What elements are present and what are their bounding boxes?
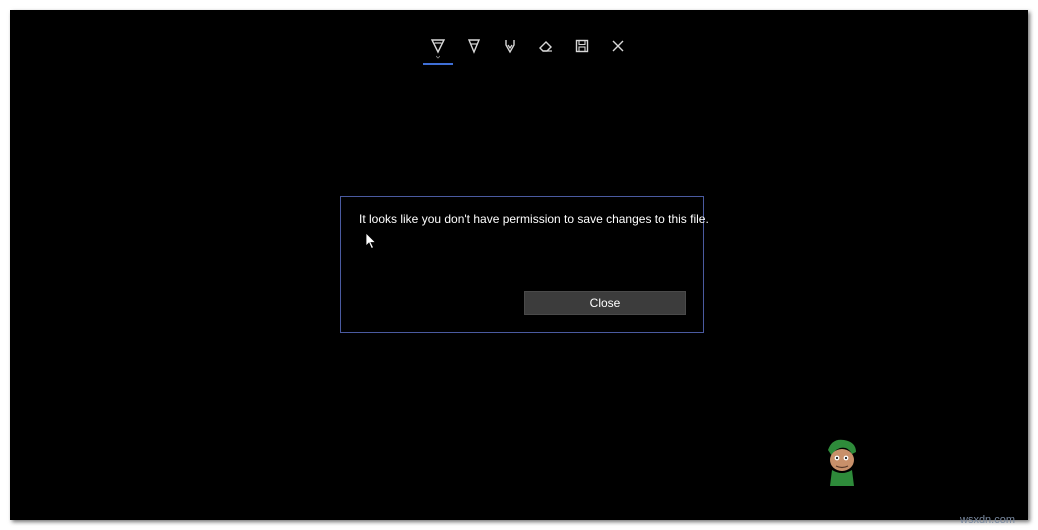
eraser-icon bbox=[539, 41, 552, 52]
ballpoint-pen-icon bbox=[430, 39, 446, 54]
watermark-text: wsxdn.com bbox=[960, 514, 1016, 526]
save-icon bbox=[575, 39, 589, 53]
appuals-mascot-logo bbox=[828, 439, 856, 486]
close-icon bbox=[612, 40, 624, 52]
pencil-icon bbox=[467, 39, 481, 54]
dialog-message: It looks like you don't have permission … bbox=[359, 212, 709, 226]
ink-toolbar bbox=[420, 28, 636, 68]
mouse-cursor-icon bbox=[365, 232, 377, 250]
close-tool[interactable] bbox=[600, 28, 636, 64]
highlighter-tool[interactable] bbox=[492, 28, 528, 64]
eraser-tool[interactable] bbox=[528, 28, 564, 64]
app-canvas: It looks like you don't have permission … bbox=[10, 10, 1028, 520]
chevron-down-icon bbox=[436, 55, 440, 59]
permission-dialog: It looks like you don't have permission … bbox=[340, 196, 709, 333]
pencil-tool[interactable] bbox=[456, 28, 492, 64]
highlighter-icon bbox=[505, 40, 515, 54]
ballpoint-pen-tool[interactable] bbox=[420, 28, 456, 65]
save-tool[interactable] bbox=[564, 28, 600, 64]
close-button[interactable]: Close bbox=[524, 291, 686, 315]
